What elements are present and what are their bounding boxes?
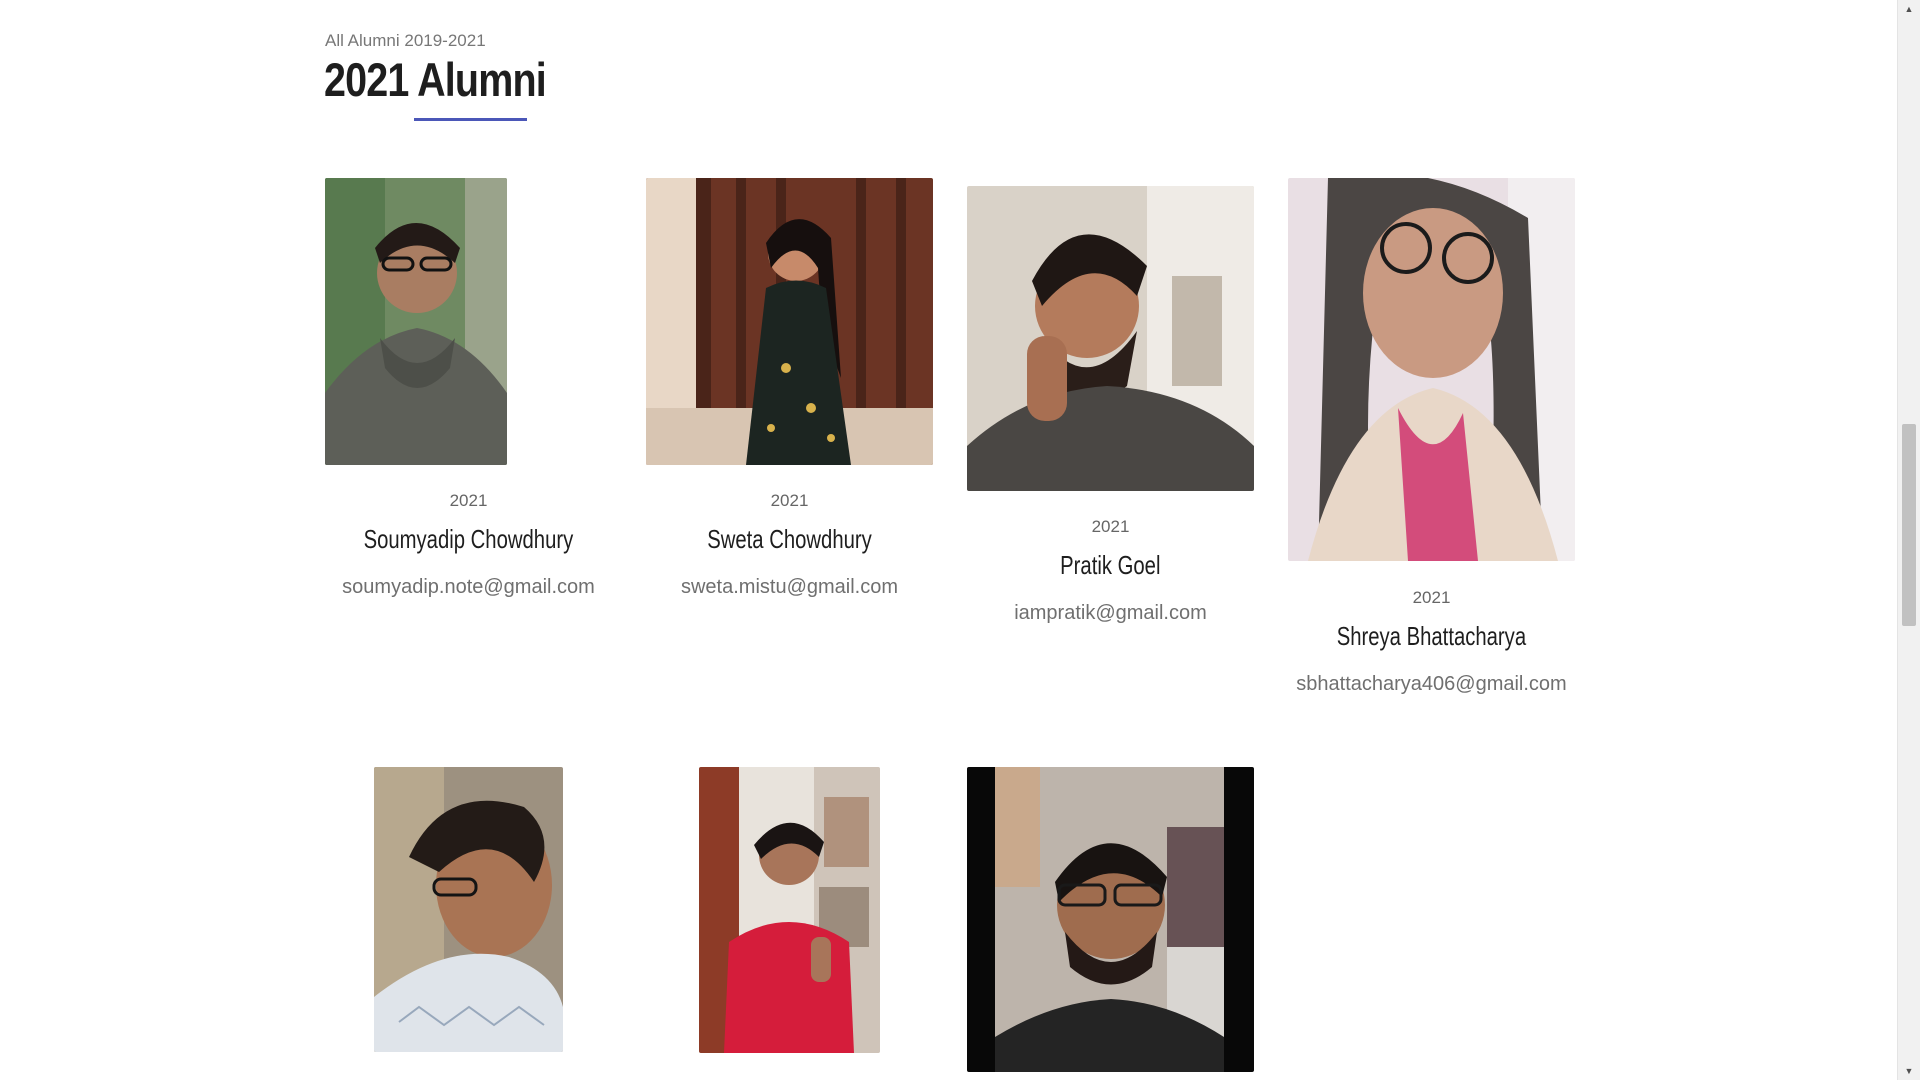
- title-underline: [414, 118, 527, 121]
- alumni-photo: [325, 178, 507, 465]
- alumni-card: 2021 Pratik Goel iampratik@gmail.com: [967, 178, 1254, 638]
- scroll-down-icon[interactable]: ▼: [1898, 1062, 1920, 1080]
- alumni-name: Pratik Goel: [967, 550, 1254, 581]
- alumni-email-link[interactable]: sbhattacharya406@gmail.com: [1258, 673, 1605, 696]
- alumni-email-link[interactable]: sweta.mistu@gmail.com: [616, 576, 963, 599]
- alumni-photo: [967, 767, 1254, 1072]
- scroll-up-icon[interactable]: ▲: [1898, 0, 1920, 18]
- alumni-name: Sweta Chowdhury: [646, 524, 933, 555]
- alumni-name: Shreya Bhattacharya: [1288, 621, 1575, 652]
- alumni-card: [374, 767, 661, 1056]
- alumni-photo: [646, 178, 933, 465]
- breadcrumb[interactable]: All Alumni 2019-2021: [325, 31, 486, 51]
- alumni-photo: [1288, 178, 1575, 561]
- alumni-card: 2021 Sweta Chowdhury sweta.mistu@gmail.c…: [646, 178, 933, 608]
- alumni-card: 2021 Soumyadip Chowdhury soumyadip.note@…: [325, 178, 612, 608]
- alumni-page: All Alumni 2019-2021 2021 Alumni 2021 So…: [0, 0, 1920, 1080]
- alumni-name: Soumyadip Chowdhury: [325, 524, 612, 555]
- alumni-photo: [967, 186, 1254, 491]
- vertical-scrollbar[interactable]: ▲ ▼: [1897, 0, 1920, 1080]
- alumni-name-text: Shreya Bhattacharya: [1336, 621, 1527, 651]
- alumni-year: 2021: [449, 491, 488, 510]
- alumni-email-link[interactable]: soumyadip.note@gmail.com: [295, 576, 642, 599]
- alumni-email-link[interactable]: iampratik@gmail.com: [937, 602, 1284, 625]
- scrollbar-thumb[interactable]: [1902, 424, 1916, 626]
- alumni-name-text: Pratik Goel: [1060, 550, 1161, 580]
- alumni-card: [699, 767, 986, 1056]
- page-content: All Alumni 2019-2021 2021 Alumni 2021 So…: [0, 0, 1898, 1080]
- alumni-year: 2021: [770, 491, 809, 510]
- alumni-name-text: Soumyadip Chowdhury: [363, 524, 574, 554]
- alumni-name-text: Sweta Chowdhury: [707, 524, 872, 554]
- alumni-photo: [374, 767, 563, 1052]
- alumni-year: 2021: [1091, 517, 1130, 536]
- page-title: 2021 Alumni: [324, 53, 547, 106]
- alumni-year: 2021: [1412, 588, 1451, 607]
- alumni-card: [967, 767, 1254, 1072]
- alumni-card: 2021 Shreya Bhattacharya sbhattacharya40…: [1288, 178, 1575, 698]
- alumni-photo: [699, 767, 880, 1053]
